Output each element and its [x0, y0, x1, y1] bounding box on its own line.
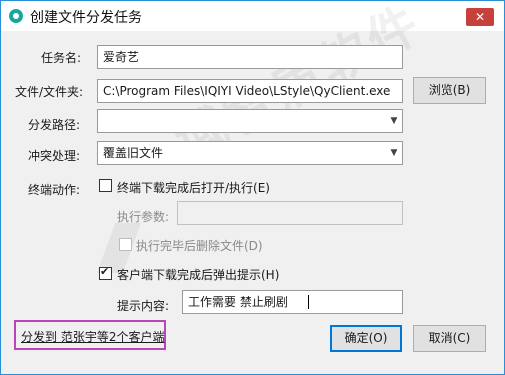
task-name-input[interactable]: 爱奇艺: [97, 45, 403, 69]
file-path-value: C:\Program Files\IQIYI Video\LStyle\QyCl…: [103, 84, 391, 98]
checkmark-icon: ✔: [100, 265, 110, 278]
title-bar: 创建文件分发任务 ✕: [1, 1, 504, 31]
conflict-label: 冲突处理:: [28, 149, 81, 163]
task-name-label: 任务名:: [41, 51, 82, 65]
delete-after-exec-checkbox[interactable]: [119, 238, 132, 251]
terminal-action-label: 终端动作:: [28, 183, 81, 197]
window-title: 创建文件分发任务: [30, 10, 142, 26]
task-name-value: 爱奇艺: [103, 50, 140, 64]
exec-params-label: 执行参数:: [117, 210, 170, 224]
chevron-down-icon[interactable]: ▼: [386, 110, 402, 132]
close-icon: ✕: [474, 10, 486, 24]
prompt-content-label: 提示内容:: [117, 299, 170, 313]
exec-params-input[interactable]: [177, 201, 403, 225]
prompt-content-input[interactable]: 工作需要 禁止刷剧: [182, 290, 403, 314]
delete-after-exec-label[interactable]: 执行完毕后删除文件(D): [136, 237, 263, 254]
file-path-input[interactable]: C:\Program Files\IQIYI Video\LStyle\QyCl…: [97, 79, 403, 103]
chevron-down-icon[interactable]: ▼: [386, 142, 402, 164]
ok-button[interactable]: 确定(O): [330, 325, 402, 352]
browse-button[interactable]: 浏览(B): [413, 77, 486, 104]
conflict-combobox[interactable]: 覆盖旧文件 ▼: [97, 141, 403, 165]
cancel-button[interactable]: 取消(C): [413, 325, 486, 352]
app-logo-icon: [9, 9, 23, 23]
dist-path-label: 分发路径:: [28, 118, 81, 132]
text-caret: [308, 295, 309, 309]
dist-path-combobox[interactable]: ▼: [97, 109, 403, 133]
close-button[interactable]: ✕: [466, 8, 494, 26]
file-label: 文件/文件夹:: [15, 85, 84, 99]
open-after-download-checkbox[interactable]: [99, 179, 112, 192]
distribute-link-highlight: 分发到 范张宇等2个客户端: [14, 320, 166, 350]
client-popup-checkbox[interactable]: ✔: [99, 265, 112, 280]
prompt-content-value: 工作需要 禁止刷剧: [188, 295, 288, 309]
open-after-download-label[interactable]: 终端下载完成后打开/执行(E): [117, 179, 270, 196]
client-popup-label[interactable]: 客户端下载完成后弹出提示(H): [117, 266, 279, 283]
conflict-value: 覆盖旧文件: [103, 146, 164, 160]
distribute-target-link[interactable]: 分发到 范张宇等2个客户端: [21, 328, 164, 345]
dialog-window: 创建文件分发任务 ✕ 域智盾软件 任务名: 爱奇艺 文件/文件夹: C:\Pro…: [0, 0, 505, 375]
